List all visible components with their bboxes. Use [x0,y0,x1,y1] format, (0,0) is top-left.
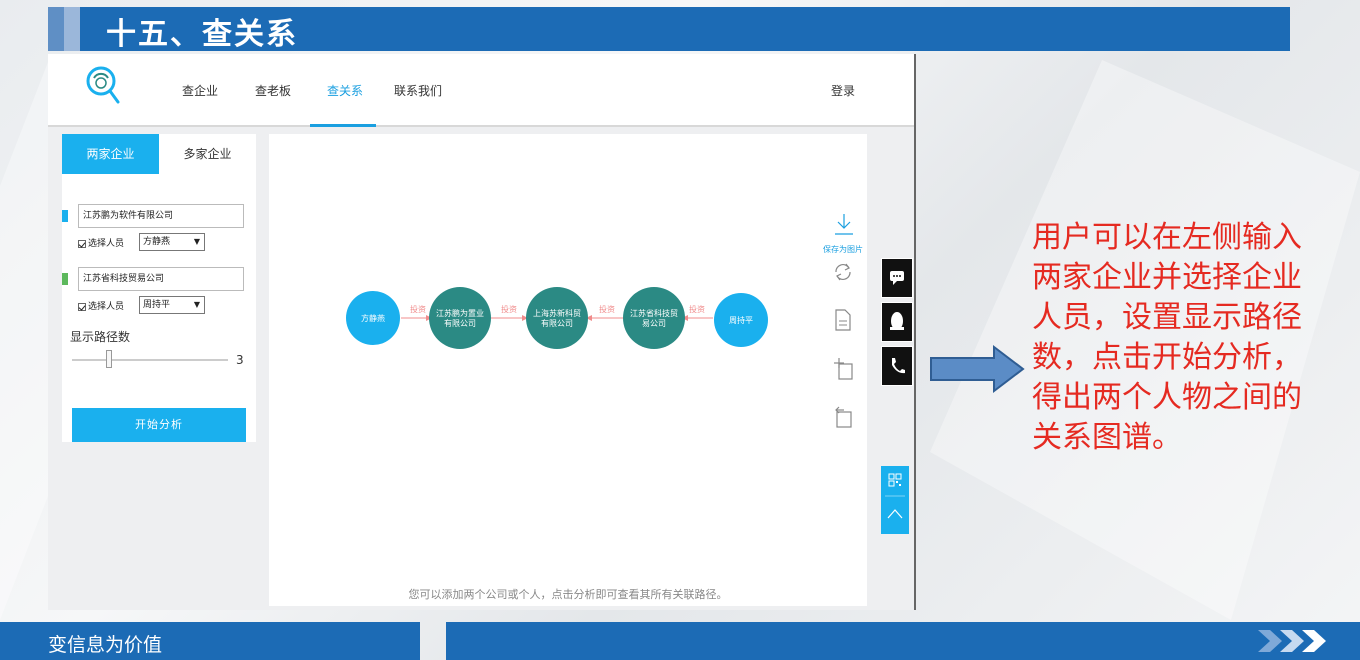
chat-button[interactable] [881,258,913,298]
footer-slogan: 变信息为价值 [48,634,163,656]
slide-title: 十五、查关系 [106,17,298,52]
node-label: 易公司 [642,319,666,328]
login-link[interactable]: 登录 [831,82,855,99]
qq-button[interactable] [881,302,913,342]
checkbox-label: 选择人员 [88,302,125,312]
nav-item-contact[interactable]: 联系我们 [394,82,442,99]
feature-description: 用户可以在左侧输入两家企业并选择企业人员，设置显示路径数，点击开始分析，得出两个… [1032,220,1302,455]
company-2-select-person[interactable]: 选择人员 [78,299,124,312]
tab-multi-companies[interactable]: 多家企业 [159,134,256,174]
node-label: 江苏省科技贸 [630,308,678,318]
edge-label: 投资 [501,304,517,314]
phone-icon [892,358,905,374]
qrcode-widget[interactable] [881,466,909,534]
relation-graph: 投资 投资 投资 投资 方静燕 江苏鹏为置业 有限公司 上海苏新科贸 有限公司 … [346,287,768,349]
slider-handle[interactable] [106,350,112,368]
document-icon[interactable] [834,308,852,332]
tab-two-companies[interactable]: 两家企业 [62,134,159,174]
logo-icon [86,66,120,104]
save-as-image-label[interactable]: 保存为图片 [823,244,863,255]
chat-icon [890,271,904,285]
start-analysis-button[interactable]: 开始分析 [72,408,246,442]
next-chevrons-icon [1258,630,1326,652]
nav-item-boss[interactable]: 查老板 [255,82,291,99]
company-1-marker [62,210,68,222]
edge-label: 投资 [410,304,426,314]
relation-graph-area: 投资 投资 投资 投资 方静燕 江苏鹏为置业 有限公司 上海苏新科贸 有限公司 … [269,134,867,606]
checkbox-label: 选择人员 [88,239,125,249]
graph-hint-text: 您可以添加两个公司或个人，点击分析即可查看其所有关联路径。 [408,588,728,601]
path-count-slider[interactable] [72,359,228,361]
title-stripe [64,7,80,51]
checkbox-icon[interactable] [78,239,86,248]
node-label: 江苏鹏为置业 [436,308,484,318]
nav-item-relation[interactable]: 查关系 [327,82,363,99]
refresh-icon[interactable] [832,260,854,284]
zoom-in-icon[interactable] [833,356,855,382]
slide-title-bar: 十五、查关系 [48,7,1290,52]
company-1-input[interactable]: 江苏鹏为软件有限公司 [78,204,244,228]
footer-bar [446,622,1360,660]
node-label: 有限公司 [541,318,573,328]
footer-slogan-bar: 变信息为价值 [0,622,420,660]
edge-label: 投资 [599,304,615,314]
dropdown-caret-icon: ▼ [193,300,200,309]
frame-edge [914,54,916,610]
company-node[interactable] [526,287,588,349]
title-stripe [48,7,64,51]
qrcode-icon [885,473,905,519]
company-2-marker [62,273,68,285]
node-label: 方静燕 [361,313,385,323]
active-tab-indicator [310,124,376,127]
select-value: 周持平 [143,300,171,310]
company-1-select-person[interactable]: 选择人员 [78,236,124,249]
download-icon[interactable] [833,212,855,238]
edge-label: 投资 [689,304,705,314]
path-count-label: 显示路径数 [70,330,131,344]
select-value: 方静燕 [143,237,171,247]
company-node[interactable] [429,287,491,349]
qq-icon [890,312,904,330]
company-2-person-select[interactable]: 周持平 ▼ [139,296,205,314]
company-1-person-select[interactable]: 方静燕 ▼ [139,233,205,251]
relation-query-panel: 两家企业 多家企业 江苏鹏为软件有限公司 选择人员 方静燕 ▼ 江苏省科技贸易公司… [62,134,256,442]
node-label: 上海苏新科贸 [533,308,581,318]
company-node[interactable] [623,287,685,349]
background-facet [0,62,48,620]
zoom-out-icon[interactable] [833,404,855,430]
node-label: 有限公司 [444,318,476,328]
node-label: 周持平 [729,315,753,325]
checkbox-icon[interactable] [78,302,86,311]
nav-item-company[interactable]: 查企业 [182,82,218,99]
pointing-arrow-icon [930,344,1025,394]
dropdown-caret-icon: ▼ [193,237,200,246]
top-navigation: 查企业 查老板 查关系 联系我们 登录 [48,54,914,127]
company-2-input[interactable]: 江苏省科技贸易公司 [78,267,244,291]
app-screenshot: 查企业 查老板 查关系 联系我们 登录 两家企业 多家企业 江苏鹏为软件有限公司… [48,54,916,610]
path-count-value: 3 [236,353,244,367]
phone-button[interactable] [881,346,913,386]
